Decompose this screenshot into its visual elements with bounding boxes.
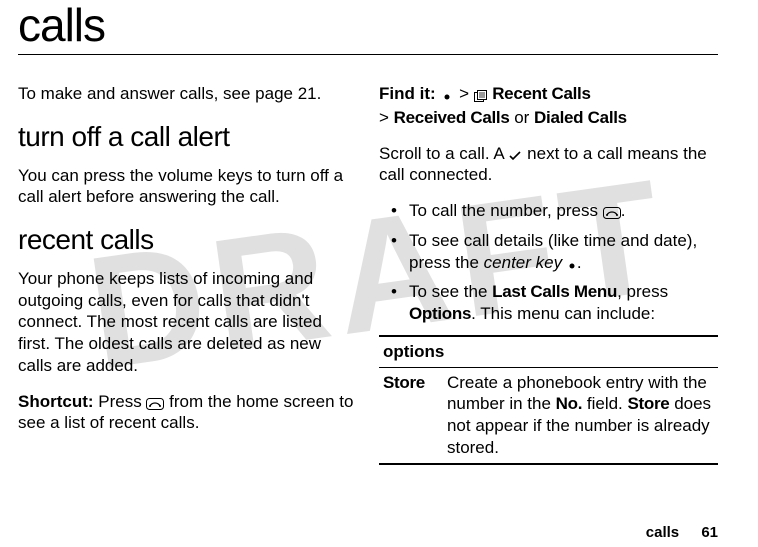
gt-1: > — [454, 84, 473, 103]
left-column: To make and answer calls, see page 21. t… — [18, 83, 357, 465]
li3-a: To see the — [409, 282, 492, 301]
send-key-icon — [603, 203, 621, 220]
bullet-item-1: To call the number, press . — [379, 200, 718, 222]
options-header: options — [379, 336, 718, 367]
recent-calls-body: Your phone keeps lists of incoming and o… — [18, 268, 357, 377]
page-footer: calls 61 — [646, 524, 718, 541]
no-field: No. — [556, 394, 582, 413]
li3-b: , press — [617, 282, 668, 301]
scroll-text-a: Scroll to a call. A — [379, 144, 508, 163]
li2-b: . — [577, 253, 582, 272]
scroll-line: Scroll to a call. A next to a call means… — [379, 143, 718, 187]
shortcut-line: Shortcut: Press from the home screen to … — [18, 391, 357, 435]
bullet-item-2: To see call details (like time and date)… — [379, 230, 718, 274]
recent-calls-icon — [474, 86, 488, 103]
find-it-label: Find it: — [379, 84, 436, 103]
li3-c: . This menu can include: — [471, 304, 655, 323]
send-key-icon — [146, 394, 164, 411]
footer-page-number: 61 — [701, 524, 718, 541]
find-it-line-2: > Received Calls or Dialed Calls — [379, 107, 718, 129]
two-column-layout: To make and answer calls, see page 21. t… — [18, 83, 718, 465]
heading-recent-calls: recent calls — [18, 222, 357, 258]
bullet-item-3: To see the Last Calls Menu, press Option… — [379, 281, 718, 325]
dialed-calls-text: Dialed Calls — [534, 108, 627, 127]
shortcut-text-a: Press — [94, 392, 147, 411]
li1-a: To call the number, press — [409, 201, 603, 220]
received-calls-text: Received Calls — [394, 108, 510, 127]
page-container: calls To make and answer calls, see page… — [0, 0, 758, 465]
store-desc: Create a phonebook entry with the number… — [443, 367, 718, 464]
desc-b: field. — [582, 394, 627, 413]
table-header-row: options — [379, 336, 718, 367]
footer-section: calls — [646, 524, 679, 541]
heading-turn-off-call-alert: turn off a call alert — [18, 119, 357, 155]
or-text: or — [509, 108, 534, 127]
page-title: calls — [18, 0, 718, 55]
recent-calls-text: Recent Calls — [488, 84, 591, 103]
center-dot-icon — [567, 255, 577, 272]
shortcut-label: Shortcut: — [18, 392, 94, 411]
center-key-text: center key — [484, 253, 562, 272]
table-row: Store Create a phonebook entry with the … — [379, 367, 718, 464]
store-label: Store — [379, 367, 443, 464]
gt-2: > — [379, 108, 394, 127]
center-dot-icon — [442, 86, 452, 103]
checkmark-icon — [508, 146, 522, 163]
find-it-line: Find it: > Recent Calls — [379, 83, 718, 105]
options-word: Options — [409, 304, 471, 323]
bullet-list: To call the number, press . To see call … — [379, 200, 718, 325]
options-table: options Store Create a phonebook entry w… — [379, 335, 718, 465]
last-calls-menu-text: Last Calls Menu — [492, 282, 617, 301]
store-word: Store — [628, 394, 670, 413]
call-alert-body: You can press the volume keys to turn of… — [18, 165, 357, 209]
right-column: Find it: > Recent Calls > Received Calls… — [379, 83, 718, 465]
li1-b: . — [621, 201, 626, 220]
intro-text: To make and answer calls, see page 21. — [18, 83, 357, 105]
